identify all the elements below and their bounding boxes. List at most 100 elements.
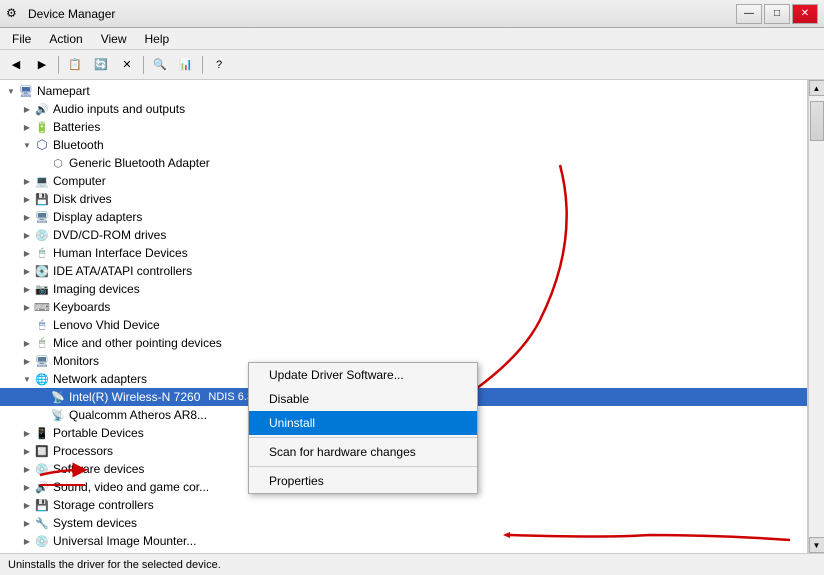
tree-item-audio[interactable]: 🔊 Audio inputs and outputs bbox=[0, 100, 807, 118]
toolbar-sep-3 bbox=[202, 56, 203, 74]
menu-help[interactable]: Help bbox=[137, 30, 178, 48]
label-intel-wireless: Intel(R) Wireless-N 7260 bbox=[69, 390, 200, 404]
expand-computer[interactable] bbox=[20, 174, 34, 188]
tree-item-lenovo[interactable]: 🖱 Lenovo Vhid Device bbox=[0, 316, 807, 334]
minimize-button[interactable]: — bbox=[736, 4, 762, 24]
icon-dvd: 💿 bbox=[34, 227, 50, 243]
expand-storage[interactable] bbox=[20, 498, 34, 512]
back-button[interactable]: ◀ bbox=[4, 54, 28, 76]
tree-item-generic-bt[interactable]: ⬡ Generic Bluetooth Adapter bbox=[0, 154, 807, 172]
icon-batteries: 🔋 bbox=[34, 119, 50, 135]
expand-portable[interactable] bbox=[20, 426, 34, 440]
tree-item-display[interactable]: 🖥 Display adapters bbox=[0, 208, 807, 226]
context-update-driver[interactable]: Update Driver Software... bbox=[249, 363, 477, 387]
label-display: Display adapters bbox=[53, 210, 142, 224]
tree-item-ide[interactable]: 💽 IDE ATA/ATAPI controllers bbox=[0, 262, 807, 280]
expand-bluetooth[interactable] bbox=[20, 138, 34, 152]
expand-imaging[interactable] bbox=[20, 282, 34, 296]
label-system: System devices bbox=[53, 516, 137, 530]
help-toolbar-button[interactable]: ? bbox=[207, 54, 231, 76]
tree-item-batteries[interactable]: 🔋 Batteries bbox=[0, 118, 807, 136]
expand-mice[interactable] bbox=[20, 336, 34, 350]
uninstall-toolbar-button[interactable]: ✕ bbox=[115, 54, 139, 76]
forward-button[interactable]: ▶ bbox=[30, 54, 54, 76]
close-button[interactable]: ✕ bbox=[792, 4, 818, 24]
tree-item-universal[interactable]: 💿 Universal Image Mounter... bbox=[0, 532, 807, 550]
tree-item-namepart[interactable]: 🖥 Namepart bbox=[0, 82, 807, 100]
expand-system[interactable] bbox=[20, 516, 34, 530]
icon-namepart: 🖥 bbox=[18, 83, 34, 99]
scrollbar[interactable]: ▲ ▼ bbox=[808, 80, 824, 553]
tree-item-dvd[interactable]: 💿 DVD/CD-ROM drives bbox=[0, 226, 807, 244]
expand-disk[interactable] bbox=[20, 192, 34, 206]
tree-item-mice[interactable]: 🖱 Mice and other pointing devices bbox=[0, 334, 807, 352]
tree-item-computer[interactable]: 💻 Computer bbox=[0, 172, 807, 190]
icon-qualcomm: 📡 bbox=[50, 407, 66, 423]
maximize-button[interactable]: □ bbox=[764, 4, 790, 24]
device-tree[interactable]: 🖥 Namepart 🔊 Audio inputs and outputs 🔋 … bbox=[0, 80, 808, 553]
icon-sound: 🔊 bbox=[34, 479, 50, 495]
expand-network[interactable] bbox=[20, 372, 34, 386]
expand-sound[interactable] bbox=[20, 480, 34, 494]
scroll-up-button[interactable]: ▲ bbox=[809, 80, 824, 96]
label-imaging: Imaging devices bbox=[53, 282, 140, 296]
expand-audio[interactable] bbox=[20, 102, 34, 116]
context-uninstall[interactable]: Uninstall bbox=[249, 411, 477, 435]
update-driver-button[interactable]: 🔄 bbox=[89, 54, 113, 76]
tree-item-bluetooth[interactable]: ⬡ Bluetooth bbox=[0, 136, 807, 154]
icon-ide: 💽 bbox=[34, 263, 50, 279]
label-qualcomm: Qualcomm Atheros AR8... bbox=[69, 408, 207, 422]
expand-namepart[interactable] bbox=[4, 84, 18, 98]
context-menu: Update Driver Software... Disable Uninst… bbox=[248, 362, 478, 494]
toolbar-sep-2 bbox=[143, 56, 144, 74]
label-dvd: DVD/CD-ROM drives bbox=[53, 228, 166, 242]
label-portable: Portable Devices bbox=[53, 426, 144, 440]
properties-toolbar-button[interactable]: 📋 bbox=[63, 54, 87, 76]
icon-universal: 💿 bbox=[34, 533, 50, 549]
label-mice: Mice and other pointing devices bbox=[53, 336, 222, 350]
expand-software[interactable] bbox=[20, 462, 34, 476]
expand-processors[interactable] bbox=[20, 444, 34, 458]
menu-view[interactable]: View bbox=[93, 30, 135, 48]
label-sound: Sound, video and game cor... bbox=[53, 480, 209, 494]
tree-item-storage[interactable]: 💾 Storage controllers bbox=[0, 496, 807, 514]
context-sep-2 bbox=[249, 466, 477, 467]
menu-file[interactable]: File bbox=[4, 30, 39, 48]
expand-display[interactable] bbox=[20, 210, 34, 224]
menu-action[interactable]: Action bbox=[41, 30, 90, 48]
expand-monitors[interactable] bbox=[20, 354, 34, 368]
label-audio: Audio inputs and outputs bbox=[53, 102, 185, 116]
tree-item-hid[interactable]: 🖱 Human Interface Devices bbox=[0, 244, 807, 262]
expand-batteries[interactable] bbox=[20, 120, 34, 134]
label-generic-bt: Generic Bluetooth Adapter bbox=[69, 156, 210, 170]
tree-item-imaging[interactable]: 📷 Imaging devices bbox=[0, 280, 807, 298]
main-container: 🖥 Namepart 🔊 Audio inputs and outputs 🔋 … bbox=[0, 80, 824, 553]
icon-generic-bt: ⬡ bbox=[50, 155, 66, 171]
icon-audio: 🔊 bbox=[34, 101, 50, 117]
label-disk: Disk drives bbox=[53, 192, 112, 206]
expand-qualcomm bbox=[36, 408, 50, 422]
scan-toolbar-button[interactable]: 🔍 bbox=[148, 54, 172, 76]
tree-item-disk[interactable]: 💾 Disk drives bbox=[0, 190, 807, 208]
expand-keyboards[interactable] bbox=[20, 300, 34, 314]
context-disable[interactable]: Disable bbox=[249, 387, 477, 411]
context-properties[interactable]: Properties bbox=[249, 469, 477, 493]
label-lenovo: Lenovo Vhid Device bbox=[53, 318, 160, 332]
expand-ide[interactable] bbox=[20, 264, 34, 278]
tree-item-keyboards[interactable]: ⌨ Keyboards bbox=[0, 298, 807, 316]
context-scan[interactable]: Scan for hardware changes bbox=[249, 440, 477, 464]
resources-button[interactable]: 📊 bbox=[174, 54, 198, 76]
scroll-down-button[interactable]: ▼ bbox=[809, 537, 824, 553]
tree-item-system[interactable]: 🔧 System devices bbox=[0, 514, 807, 532]
title-bar: ⚙ Device Manager — □ ✕ bbox=[0, 0, 824, 28]
label-network: Network adapters bbox=[53, 372, 147, 386]
scrollbar-thumb[interactable] bbox=[810, 101, 824, 141]
window-title: Device Manager bbox=[28, 7, 115, 21]
expand-universal[interactable] bbox=[20, 534, 34, 548]
expand-dvd[interactable] bbox=[20, 228, 34, 242]
menu-bar: File Action View Help bbox=[0, 28, 824, 50]
scrollbar-track[interactable] bbox=[809, 96, 824, 537]
label-universal: Universal Image Mounter... bbox=[53, 534, 196, 548]
icon-bluetooth: ⬡ bbox=[34, 137, 50, 153]
expand-hid[interactable] bbox=[20, 246, 34, 260]
